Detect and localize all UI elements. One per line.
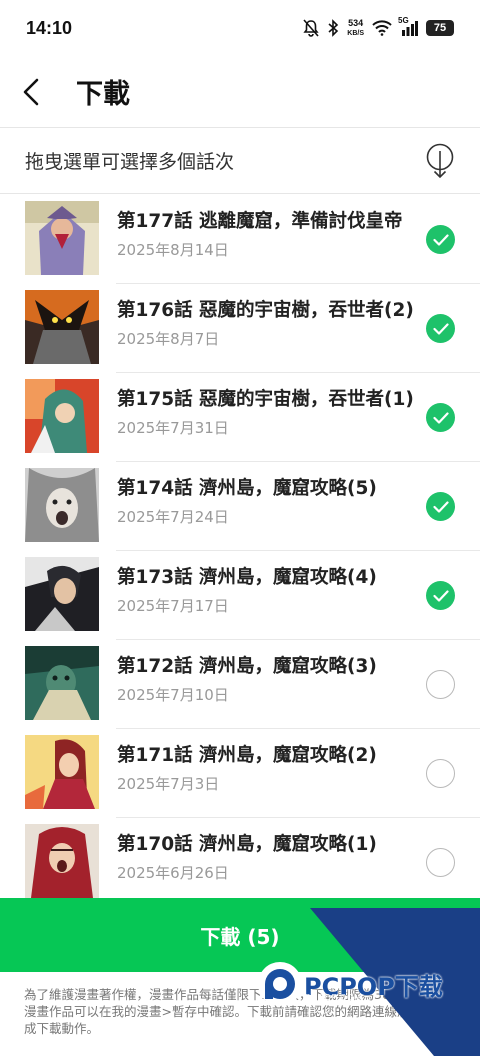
cell-signal-icon: 5G: [398, 16, 418, 36]
download-button-label: 下載 (5): [200, 924, 280, 949]
page-title: 下載: [76, 79, 130, 110]
episode-checkbox[interactable]: [426, 670, 455, 699]
episode-date: 2025年7月3日: [117, 775, 220, 793]
episode-date: 2025年7月24日: [117, 508, 229, 526]
episode-checkbox[interactable]: [426, 759, 455, 788]
episode-date: 2025年7月31日: [117, 419, 229, 437]
episode-checkbox[interactable]: [426, 314, 455, 343]
speed-value: 534: [348, 17, 364, 28]
episode-thumbnail: [25, 468, 99, 542]
episode-checkbox[interactable]: [426, 225, 455, 254]
checkmark-icon: [432, 589, 449, 602]
episode-row[interactable]: 第170話 濟州島，魔窟攻略(1) 2025年6月26日: [0, 818, 480, 907]
episode-title: 第170話 濟州島，魔窟攻略(1): [117, 834, 377, 855]
episode-checkbox[interactable]: [426, 581, 455, 610]
episode-checkbox[interactable]: [426, 403, 455, 432]
episode-date: 2025年7月10日: [117, 686, 229, 704]
episode-row[interactable]: 第171話 濟州島，魔窟攻略(2) 2025年7月3日: [0, 729, 480, 818]
network-type: 5G: [398, 16, 409, 25]
watermark-logo-icon: [258, 962, 302, 1006]
network-speed: 534 KB/S: [347, 17, 364, 38]
episode-thumbnail: [25, 824, 99, 898]
bluetooth-icon: [327, 19, 339, 37]
episode-thumbnail: [25, 646, 99, 720]
battery-icon: 75: [426, 20, 454, 36]
episode-checkbox[interactable]: [426, 848, 455, 877]
status-icons: 534 KB/S 5G 75: [303, 16, 454, 38]
status-time: 14:10: [26, 17, 73, 38]
episode-title: 第171話 濟州島，魔窟攻略(2): [117, 745, 377, 766]
hint-row: 拖曳選單可選擇多個話次: [0, 128, 480, 194]
episode-date: 2025年7月17日: [117, 597, 229, 615]
episode-row[interactable]: 第173話 濟州島，魔窟攻略(4) 2025年7月17日: [0, 551, 480, 640]
download-icon: [426, 143, 454, 178]
episode-thumbnail: [25, 290, 99, 364]
episode-row[interactable]: 第174話 濟州島，魔窟攻略(5) 2025年7月24日: [0, 462, 480, 551]
episode-date: 2025年8月7日: [117, 330, 220, 348]
app-header: 下載: [0, 56, 480, 128]
wifi-icon: [372, 20, 392, 36]
speed-unit: KB/S: [347, 29, 364, 37]
chevron-left-icon: [23, 78, 39, 105]
episode-title: 第177話 逃離魔窟，準備討伐皇帝: [117, 211, 403, 232]
episode-date: 2025年6月26日: [117, 864, 229, 882]
watermark-sub: PCPOP.COM: [305, 993, 362, 1002]
episode-row[interactable]: 第175話 惡魔的宇宙樹，吞世者(1) 2025年7月31日: [0, 373, 480, 462]
download-all-button[interactable]: [422, 141, 458, 181]
episode-row[interactable]: 第177話 逃離魔窟，準備討伐皇帝 2025年8月14日: [0, 195, 480, 284]
episode-checkbox[interactable]: [426, 492, 455, 521]
episode-thumbnail: [25, 735, 99, 809]
checkmark-icon: [432, 233, 449, 246]
episode-title: 第173話 濟州島，魔窟攻略(4): [117, 567, 377, 588]
checkmark-icon: [432, 322, 449, 335]
episode-list: 第177話 逃離魔窟，準備討伐皇帝 2025年8月14日 第176話 惡魔的宇宙…: [0, 195, 480, 907]
status-bar: 14:10 534 KB/S 5G 75: [0, 0, 480, 56]
episode-title: 第172話 濟州島，魔窟攻略(3): [117, 656, 377, 677]
episode-row[interactable]: 第172話 濟州島，魔窟攻略(3) 2025年7月10日: [0, 640, 480, 729]
episode-row[interactable]: 第176話 惡魔的宇宙樹，吞世者(2) 2025年8月7日: [0, 284, 480, 373]
checkmark-icon: [432, 500, 449, 513]
drag-hint-text: 拖曳選單可選擇多個話次: [25, 151, 235, 173]
episode-title: 第176話 惡魔的宇宙樹，吞世者(2): [117, 300, 414, 321]
episode-title: 第174話 濟州島，魔窟攻略(5): [117, 478, 377, 499]
back-button[interactable]: [22, 75, 48, 109]
episode-thumbnail: [25, 379, 99, 453]
mute-icon: [303, 19, 319, 37]
episode-date: 2025年8月14日: [117, 241, 229, 259]
episode-title: 第175話 惡魔的宇宙樹，吞世者(1): [117, 389, 414, 410]
checkmark-icon: [432, 411, 449, 424]
episode-thumbnail: [25, 201, 99, 275]
episode-thumbnail: [25, 557, 99, 631]
